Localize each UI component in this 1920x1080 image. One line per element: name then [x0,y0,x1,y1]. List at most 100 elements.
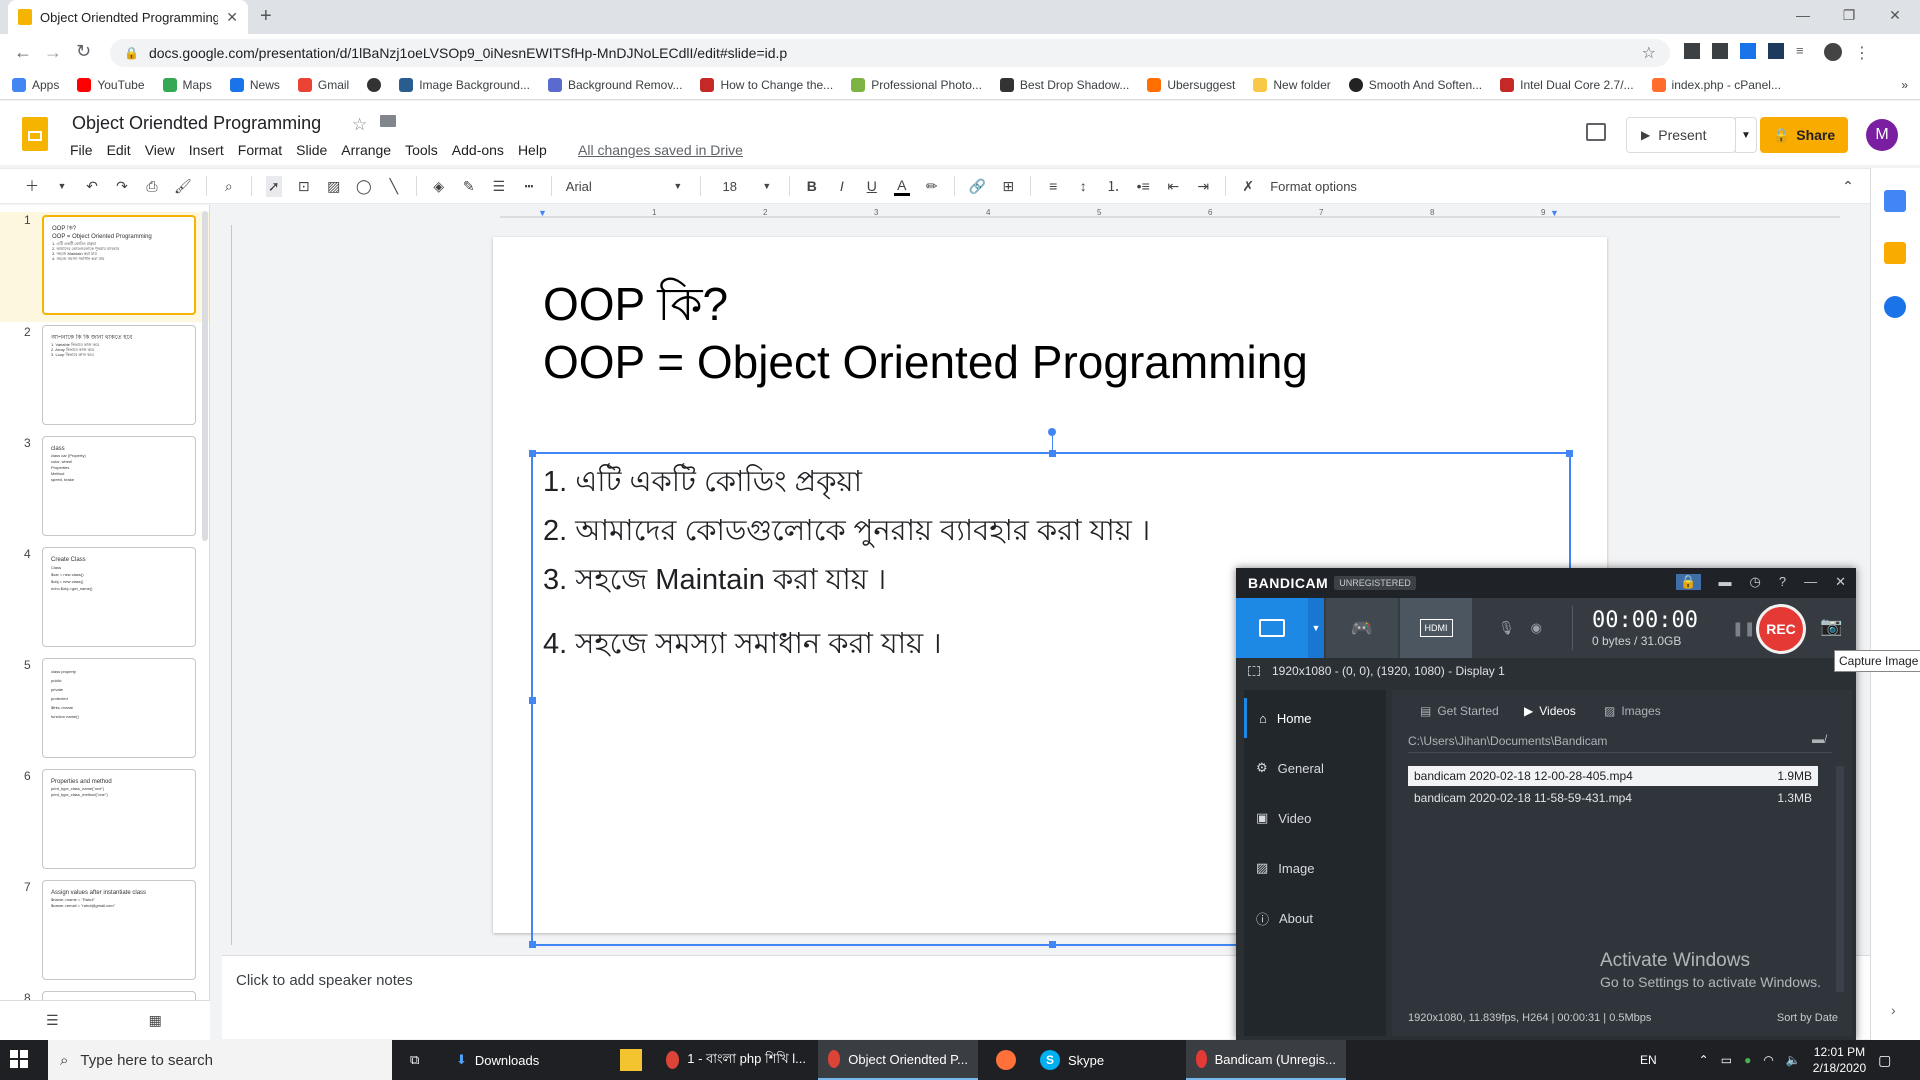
taskbar-chrome-slides[interactable]: Object Oriendted P... [818,1040,978,1080]
restore-icon[interactable]: ❐ [1826,0,1872,30]
print-icon[interactable]: ⎙ [144,178,160,195]
task-view-icon[interactable]: ⧉ [400,1040,429,1080]
link-icon[interactable]: 🔗 [969,178,986,195]
taskbar-firefox[interactable] [986,1040,1026,1080]
slide-thumbnail-5[interactable]: class property public private protected … [42,658,196,758]
close-tab-icon[interactable]: ✕ [226,9,238,26]
share-button[interactable]: 🔒 Share [1760,117,1848,153]
tab-videos[interactable]: ▶ Videos [1524,704,1576,718]
save-status[interactable]: All changes saved in Drive [578,142,743,158]
folder-icon[interactable]: ▬ [1719,574,1732,590]
webcam-icon[interactable]: ◉ [1531,620,1542,636]
slide-title[interactable]: OOP কি? OOP = Object Oriented Programmin… [543,275,1308,391]
rotate-handle[interactable] [1048,428,1056,436]
bookmark-gmail[interactable]: Gmail [297,77,349,92]
unregistered-badge[interactable]: UNREGISTERED [1334,576,1416,590]
help-icon[interactable]: ? [1779,574,1786,590]
slide-thumbnail-7[interactable]: Assign values after instantiate class $n… [42,880,196,980]
resize-handle[interactable] [529,697,536,704]
decrease-indent-icon[interactable]: ⇤ [1165,178,1181,195]
font-size-dropdown-icon[interactable]: ▼ [759,181,775,191]
slide-thumbnail-6[interactable]: Properties and method print_type_class_n… [42,769,196,869]
align-icon[interactable]: ≡ [1045,178,1061,194]
bookmark-apps[interactable]: Apps [12,77,59,92]
collapse-toolbar-icon[interactable]: ⌃ [1840,178,1856,195]
font-select[interactable]: Arial [566,179,656,194]
bookmark-background-remover[interactable]: Background Remov... [547,77,682,92]
fill-color-icon[interactable]: ◈ [431,178,447,195]
resize-handle[interactable] [1566,450,1573,457]
bulleted-list-icon[interactable]: •≡ [1135,178,1151,194]
bookmark-globe[interactable] [367,77,382,92]
menu-format[interactable]: Format [238,142,282,158]
wifi-icon[interactable]: ◠ [1763,1053,1773,1067]
rec-button[interactable]: REC [1756,604,1806,654]
border-color-icon[interactable]: ✎ [461,178,477,195]
font-size-select[interactable]: 18 [715,179,745,194]
reading-list-icon[interactable]: ≡ [1796,43,1812,59]
format-options-button[interactable]: Format options [1270,179,1357,194]
bookmark-professional-photo[interactable]: Professional Photo... [851,77,982,92]
menu-addons[interactable]: Add-ons [452,142,504,158]
menu-help[interactable]: Help [518,142,547,158]
minimize-icon[interactable]: — [1804,574,1817,590]
taskbar-search[interactable]: ⌕ Type here to search [48,1040,392,1080]
notifications-icon[interactable]: ▢ [1878,1052,1891,1069]
bookmark-star-icon[interactable]: ☆ [1642,43,1656,63]
lock-icon[interactable]: 🔒 [1676,574,1701,590]
italic-icon[interactable]: I [834,178,850,194]
bookmark-cpanel[interactable]: index.php - cPanel... [1651,77,1781,92]
account-avatar[interactable]: M [1866,119,1898,151]
nav-general[interactable]: ⚙ General [1244,748,1386,788]
menu-insert[interactable]: Insert [189,142,224,158]
move-folder-icon[interactable] [380,115,396,127]
taskbar-player[interactable] [610,1040,652,1080]
font-dropdown-icon[interactable]: ▼ [670,181,686,191]
text-color-icon[interactable]: A [893,177,910,196]
window-close-icon[interactable]: ✕ [1872,0,1918,30]
extension-wh-icon[interactable] [1684,43,1700,59]
minimize-icon[interactable]: — [1780,0,1826,30]
capture-area-info[interactable]: 1920x1080 - (0, 0), (1920, 1080) - Displ… [1248,658,1848,684]
speaker-notes-placeholder[interactable]: Click to add speaker notes [236,972,413,989]
new-slide-icon[interactable]: ＋ [24,176,40,196]
list-view-icon[interactable]: ☰ [46,1012,59,1029]
select-icon[interactable]: ➚ [265,175,282,197]
mic-webcam-controls[interactable]: 🎙 ◉ [1482,598,1558,658]
screen-mode-button[interactable] [1236,598,1308,658]
comments-icon[interactable] [1586,123,1606,141]
close-icon[interactable]: ✕ [1835,574,1846,590]
back-icon[interactable]: ← [14,42,32,63]
bookmark-intel[interactable]: Intel Dual Core 2.7/... [1500,77,1634,92]
indent-marker-icon[interactable]: ▼ [1550,208,1559,218]
bookmark-how-to-change[interactable]: How to Change the... [700,77,833,92]
bookmark-ubersuggest[interactable]: Ubersuggest [1147,77,1235,92]
extension-icons[interactable]: ≡ ⋮ [1684,43,1870,63]
file-row[interactable]: bandicam 2020-02-18 11-58-59-431.mp4 1.3… [1408,788,1818,808]
resize-handle[interactable] [1049,450,1056,457]
present-button[interactable]: ▶ Present [1626,117,1736,153]
bold-icon[interactable]: B [804,178,820,194]
keep-icon[interactable] [1884,242,1906,264]
expand-panel-icon[interactable]: › [1891,1002,1896,1018]
more-bookmarks-icon[interactable]: » [1901,78,1908,92]
nav-video[interactable]: ▣ Video [1244,798,1386,838]
filmstrip-scrollbar[interactable] [202,211,208,541]
nav-image[interactable]: ▨ Image [1244,848,1386,888]
bookmark-maps[interactable]: Maps [162,77,212,92]
bookmark-new-folder[interactable]: New folder [1253,77,1331,92]
bookmark-drop-shadow[interactable]: Best Drop Shadow... [999,77,1129,92]
taskbar-skype[interactable]: S Skype [1030,1040,1170,1080]
taskbar-bandicam[interactable]: Bandicam (Unregis... [1186,1040,1346,1080]
extension-plus-icon[interactable] [1740,43,1756,59]
camera-icon[interactable]: 📷 [1820,616,1842,637]
browser-tab-active[interactable]: Object Oriendted Programming ✕ [8,0,248,34]
increase-indent-icon[interactable]: ⇥ [1195,178,1211,195]
slide-body-text[interactable]: 1. এটি একটি কোডিং প্রকৃয়া 2. আমাদের কোড… [543,459,1150,670]
paint-format-icon[interactable]: 🖌 [174,178,192,195]
document-title[interactable]: Object Oriendted Programming [72,113,321,134]
slide-thumbnail-1[interactable]: OOP কি? OOP = Object Oriented Programmin… [42,215,196,315]
nav-home[interactable]: ⌂ Home [1244,698,1386,738]
file-list-scrollbar[interactable] [1836,766,1844,992]
slides-logo-icon[interactable] [22,117,48,151]
